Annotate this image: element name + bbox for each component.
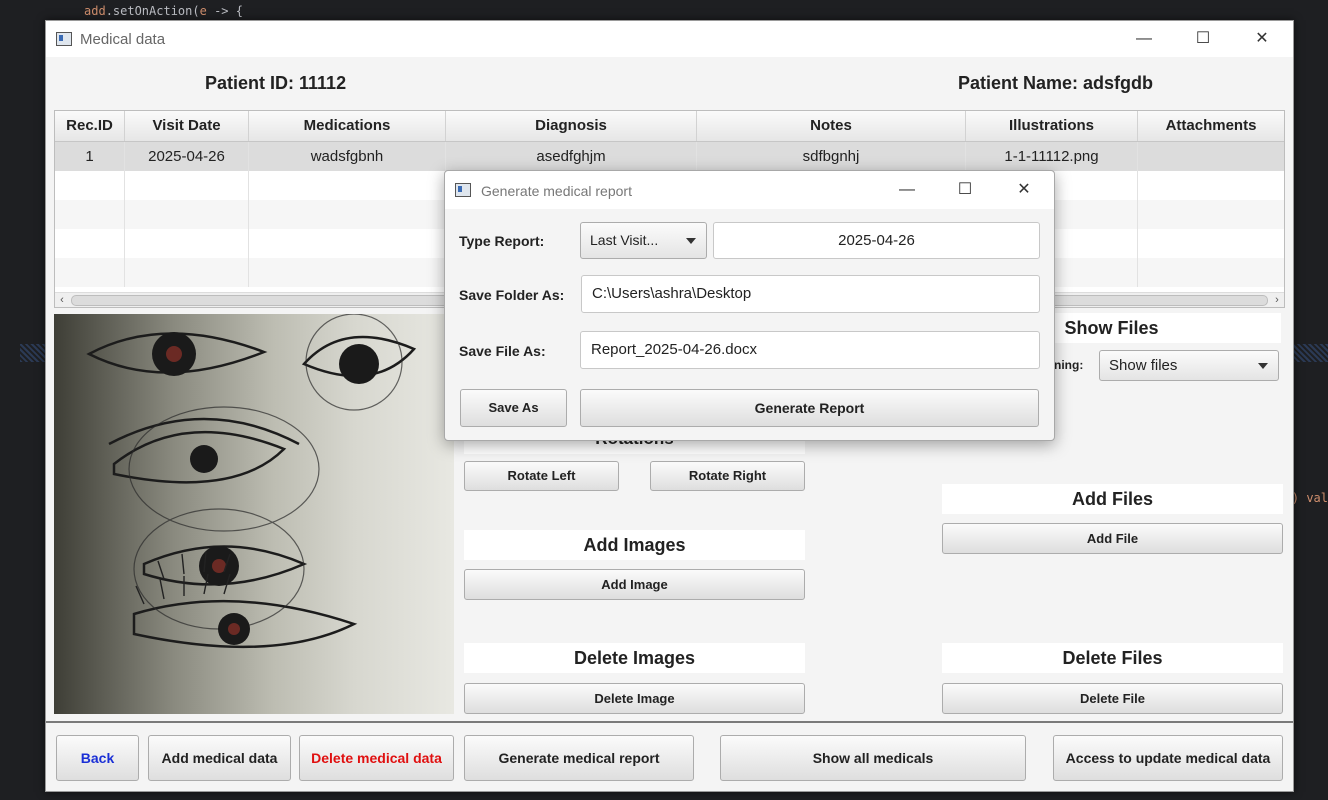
dialog-titlebar[interactable]: Generate medical report — ☐ ✕ xyxy=(445,171,1054,209)
chevron-down-icon xyxy=(686,237,696,244)
column-header-notes[interactable]: Notes xyxy=(697,111,966,141)
add-image-button[interactable]: Add Image xyxy=(464,569,805,600)
app-icon xyxy=(56,32,72,46)
cell-rec-id: 1 xyxy=(55,142,125,171)
column-header-visit-date[interactable]: Visit Date xyxy=(125,111,249,141)
maximize-button[interactable]: ☐ xyxy=(1188,27,1218,51)
delete-images-title: Delete Images xyxy=(464,643,805,673)
dialog-close-button[interactable]: ✕ xyxy=(1009,178,1039,202)
delete-image-button[interactable]: Delete Image xyxy=(464,683,805,714)
access-update-medical-data-button[interactable]: Access to update medical data xyxy=(1053,735,1283,781)
generate-report-dialog: Generate medical report — ☐ ✕ Type Repor… xyxy=(444,170,1055,441)
dialog-maximize-button[interactable]: ☐ xyxy=(950,178,980,202)
add-images-title: Add Images xyxy=(464,530,805,560)
column-header-medications[interactable]: Medications xyxy=(249,111,446,141)
dialog-minimize-button[interactable]: — xyxy=(892,178,922,202)
window-titlebar[interactable]: Medical data — ☐ ✕ xyxy=(46,21,1293,57)
scroll-right-icon[interactable]: › xyxy=(1270,293,1284,307)
column-header-rec-id[interactable]: Rec.ID xyxy=(55,111,125,141)
chevron-down-icon xyxy=(1258,362,1268,369)
back-button[interactable]: Back xyxy=(56,735,139,781)
rotate-left-button[interactable]: Rotate Left xyxy=(464,461,619,491)
eye-sketch-illustration xyxy=(86,314,417,649)
close-button[interactable]: ✕ xyxy=(1247,27,1277,51)
cell-notes: sdfbgnhj xyxy=(697,142,966,171)
illustration-image xyxy=(54,314,454,714)
add-medical-data-button[interactable]: Add medical data xyxy=(148,735,291,781)
table-row[interactable]: 1 2025-04-26 wadsfgbnh asedfghjm sdfbgnh… xyxy=(55,142,1284,171)
type-report-label: Type Report: xyxy=(459,233,545,249)
scroll-left-icon[interactable]: ‹ xyxy=(55,293,69,307)
minimize-button[interactable]: — xyxy=(1129,27,1159,51)
cell-visit-date: 2025-04-26 xyxy=(125,142,249,171)
save-folder-field[interactable]: C:\Users\ashra\Desktop xyxy=(581,275,1040,313)
save-file-field[interactable]: Report_2025-04-26.docx xyxy=(580,331,1040,369)
show-files-dropdown-value: Show files xyxy=(1109,357,1178,374)
add-file-button[interactable]: Add File xyxy=(942,523,1283,554)
add-files-title: Add Files xyxy=(942,484,1283,514)
save-folder-label: Save Folder As: xyxy=(459,287,565,303)
editor-highlight-left xyxy=(20,344,46,362)
cell-medications: wadsfgbnh xyxy=(249,142,446,171)
column-header-attachments[interactable]: Attachments xyxy=(1138,111,1284,141)
patient-id-label: Patient ID: 11112 xyxy=(205,73,347,93)
generate-report-button[interactable]: Generate Report xyxy=(580,389,1039,427)
show-files-dropdown[interactable]: Show files xyxy=(1099,350,1279,381)
cell-illustrations: 1-1-11112.png xyxy=(966,142,1138,171)
type-report-dropdown-value: Last Visit... xyxy=(590,232,659,248)
generate-medical-report-button[interactable]: Generate medical report xyxy=(464,735,694,781)
editor-highlight-right xyxy=(1292,344,1328,362)
code-fragment-right: ) val xyxy=(1291,491,1328,505)
delete-medical-data-button[interactable]: Delete medical data xyxy=(299,735,454,781)
code-line: add.setOnAction(e -> { xyxy=(84,4,243,18)
show-all-medicals-button[interactable]: Show all medicals xyxy=(720,735,1026,781)
type-report-dropdown[interactable]: Last Visit... xyxy=(580,222,707,259)
window-title: Medical data xyxy=(80,31,166,48)
report-date-field[interactable]: 2025-04-26 xyxy=(713,222,1040,259)
table-header: Rec.ID Visit Date Medications Diagnosis … xyxy=(55,111,1284,142)
delete-files-title: Delete Files xyxy=(942,643,1283,673)
files-combo-label: ning: xyxy=(1054,358,1084,372)
save-file-label: Save File As: xyxy=(459,343,546,359)
delete-file-button[interactable]: Delete File xyxy=(942,683,1283,714)
column-header-diagnosis[interactable]: Diagnosis xyxy=(446,111,697,141)
cell-diagnosis: asedfghjm xyxy=(446,142,697,171)
cell-attachments xyxy=(1138,142,1284,171)
rotate-right-button[interactable]: Rotate Right xyxy=(650,461,805,491)
patient-name-label: Patient Name: adsfgdb xyxy=(958,73,1154,93)
bottom-separator xyxy=(46,721,1293,723)
dialog-app-icon xyxy=(455,183,471,197)
dialog-title: Generate medical report xyxy=(481,183,632,199)
save-as-button[interactable]: Save As xyxy=(460,389,567,427)
column-header-illustrations[interactable]: Illustrations xyxy=(966,111,1138,141)
